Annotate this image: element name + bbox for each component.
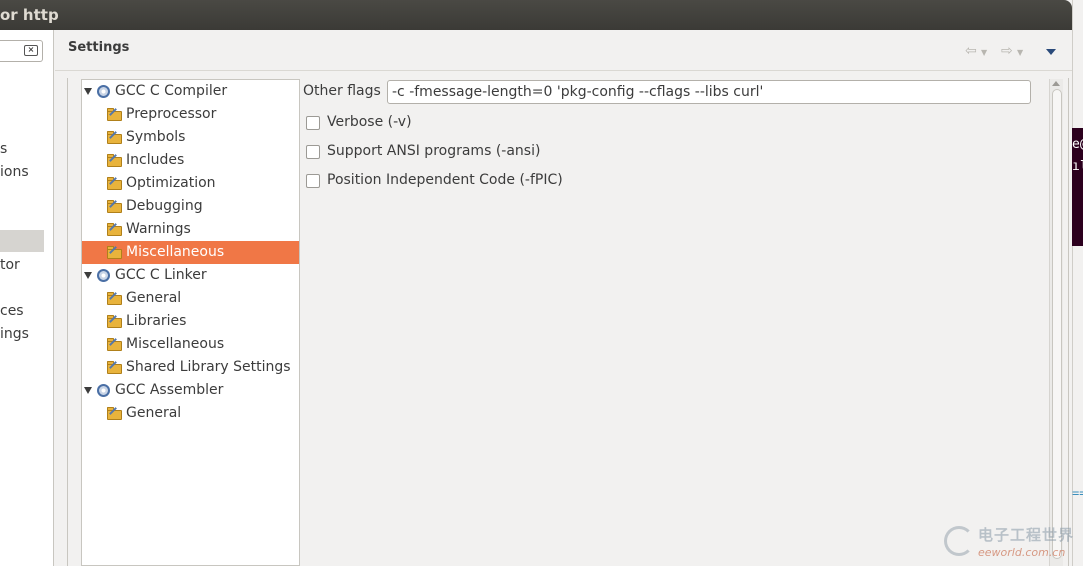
forward-dropdown-icon[interactable]: ▼ (1017, 48, 1023, 57)
settings-folder-icon (107, 131, 122, 144)
watermark-cn-text: 电子工程世界 (978, 526, 1075, 544)
settings-folder-icon (107, 108, 122, 121)
window-titlebar: or http (0, 0, 1072, 30)
window-title: or http (0, 6, 59, 24)
settings-folder-icon (107, 292, 122, 305)
background-text: == (1072, 486, 1083, 500)
tree-item-preprocessor[interactable]: Preprocessor (82, 103, 299, 126)
other-flags-input[interactable] (387, 80, 1031, 104)
back-arrow-icon[interactable]: ⇦ (965, 44, 977, 58)
forward-arrow-icon[interactable]: ⇨ (1001, 44, 1013, 58)
vertical-scrollbar[interactable] (1049, 79, 1063, 566)
tree-item-miscellaneous[interactable]: Miscellaneous (82, 333, 299, 356)
ansi-label: Support ANSI programs (-ansi) (327, 143, 541, 159)
settings-folder-icon (107, 246, 122, 259)
settings-folder-icon (107, 315, 122, 328)
category-item[interactable]: ings (0, 323, 54, 345)
background-window-edge (1072, 0, 1083, 566)
scroll-up-arrow-icon[interactable] (1052, 81, 1060, 86)
settings-folder-icon (107, 154, 122, 167)
scrollbar-thumb[interactable] (1052, 89, 1062, 559)
tool-gear-icon (97, 269, 110, 282)
view-menu-icon[interactable] (1046, 49, 1056, 55)
page-title: Settings (68, 40, 130, 55)
tree-item-warnings[interactable]: Warnings (82, 218, 299, 241)
tree-item-libraries[interactable]: Libraries (82, 310, 299, 333)
tree-item-general[interactable]: General (82, 402, 299, 425)
watermark-en-text: eeworld.com.cn (978, 546, 1066, 559)
category-item[interactable]: ces (0, 300, 54, 322)
back-dropdown-icon[interactable]: ▼ (981, 48, 987, 57)
settings-folder-icon (107, 407, 122, 420)
settings-folder-icon (107, 223, 122, 236)
expand-arrow-icon[interactable] (84, 88, 92, 95)
tree-item-symbols[interactable]: Symbols (82, 126, 299, 149)
tree-item-includes[interactable]: Includes (82, 149, 299, 172)
tree-item-gcc-c-compiler[interactable]: GCC C Compiler (82, 80, 299, 103)
other-flags-label: Other flags (303, 83, 381, 99)
tool-gear-icon (97, 384, 110, 397)
expand-arrow-icon[interactable] (84, 387, 92, 394)
history-navigation: ⇦ ▼ ⇨ ▼ (965, 44, 1065, 60)
tool-settings-tree: GCC C Compiler Preprocessor Symbols Incl… (81, 79, 300, 566)
verbose-checkbox[interactable] (306, 116, 320, 130)
tree-item-general[interactable]: General (82, 287, 299, 310)
settings-folder-icon (107, 338, 122, 351)
watermark-logo: 电子工程世界 eeworld.com.cn (944, 524, 1074, 562)
eeworld-logo-icon (944, 526, 974, 556)
tree-item-debugging[interactable]: Debugging (82, 195, 299, 218)
fpic-label: Position Independent Code (-fPIC) (327, 172, 563, 188)
tree-item-miscellaneous-selected[interactable]: Miscellaneous (82, 241, 299, 264)
category-item[interactable]: s (0, 138, 54, 160)
filter-input[interactable]: × (0, 40, 43, 62)
terminal-text: e@ ıl (1072, 137, 1083, 174)
tree-item-shared-library-settings[interactable]: Shared Library Settings (82, 356, 299, 379)
category-item[interactable]: ions (0, 161, 54, 183)
properties-category-list: × s ions tor ces ings (0, 30, 54, 566)
tree-item-gcc-c-linker[interactable]: GCC C Linker (82, 264, 299, 287)
expand-arrow-icon[interactable] (84, 272, 92, 279)
tree-item-optimization[interactable]: Optimization (82, 172, 299, 195)
fpic-checkbox[interactable] (306, 174, 320, 188)
settings-folder-icon (107, 361, 122, 374)
divider (55, 70, 1072, 71)
category-item[interactable]: tor (0, 254, 54, 276)
clear-icon[interactable]: × (24, 45, 38, 56)
tool-gear-icon (97, 85, 110, 98)
option-settings-pane: Other flags Verbose (-v) Support ANSI pr… (301, 79, 1031, 566)
verbose-label: Verbose (-v) (327, 114, 412, 130)
settings-folder-icon (107, 177, 122, 190)
settings-folder-icon (107, 200, 122, 213)
tree-item-gcc-assembler[interactable]: GCC Assembler (82, 379, 299, 402)
ansi-checkbox[interactable] (306, 145, 320, 159)
selected-category-highlight (0, 230, 44, 252)
settings-page: Settings ⇦ ▼ ⇨ ▼ GCC C Compiler Preproce… (55, 30, 1072, 566)
